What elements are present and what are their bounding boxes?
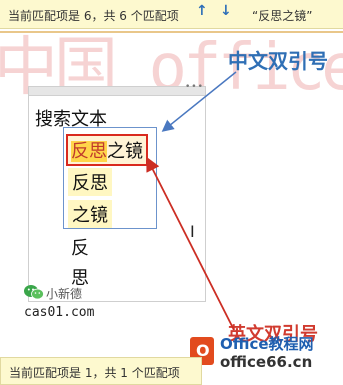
blue-arrow [161,71,237,132]
red-arrow [146,156,235,331]
annotation-arrows [146,71,237,331]
office-logo: O Office教程网 office66.cn [190,333,340,379]
find-bar-bottom: 当前匹配项是 1，共 1 个匹配项 [0,357,202,385]
logo-url: office66.cn [220,353,313,371]
match-status-bottom: 当前匹配项是 1，共 1 个匹配项 [9,366,180,380]
logo-title: Office教程网 [220,335,314,353]
